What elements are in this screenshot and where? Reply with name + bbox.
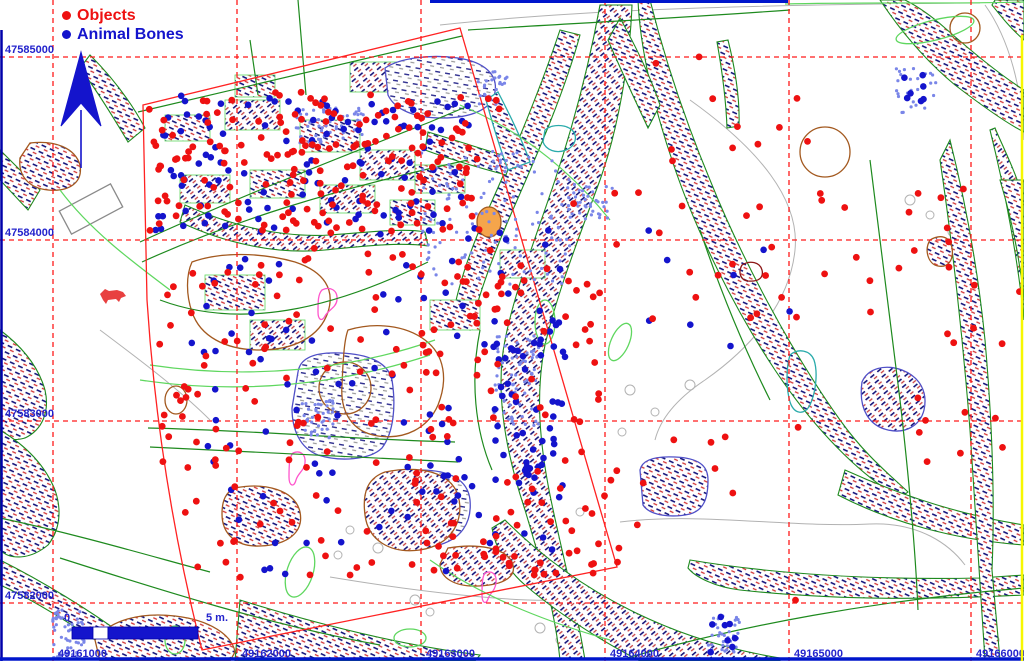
legend: Objects Animal Bones [62, 6, 184, 44]
y-tick-label: 47585000 [5, 44, 54, 56]
scale-bar-segment [72, 627, 93, 639]
objects-marker-icon [62, 11, 71, 20]
animal-silhouette [100, 289, 126, 304]
y-tick-label: 47583000 [5, 408, 54, 420]
animal-bones-marker-icon [62, 30, 71, 39]
y-tick-label: 47584000 [5, 227, 54, 239]
y-tick-label: 47582000 [5, 590, 54, 602]
scale-bar-segment [93, 627, 108, 639]
legend-item-objects: Objects [62, 6, 184, 25]
site-map: 4916100049162000491630004916400049165000… [0, 0, 1024, 661]
legend-label-animal-bones: Animal Bones [77, 26, 184, 44]
scale-bar-zero-label: 0 [64, 612, 70, 624]
map-canvas: 4916100049162000491630004916400049165000… [0, 0, 1024, 661]
scale-bar-segment [108, 627, 198, 639]
legend-label-objects: Objects [77, 7, 136, 25]
scale-bar-end-label: 5 m. [206, 612, 228, 624]
legend-item-animal-bones: Animal Bones [62, 25, 184, 44]
